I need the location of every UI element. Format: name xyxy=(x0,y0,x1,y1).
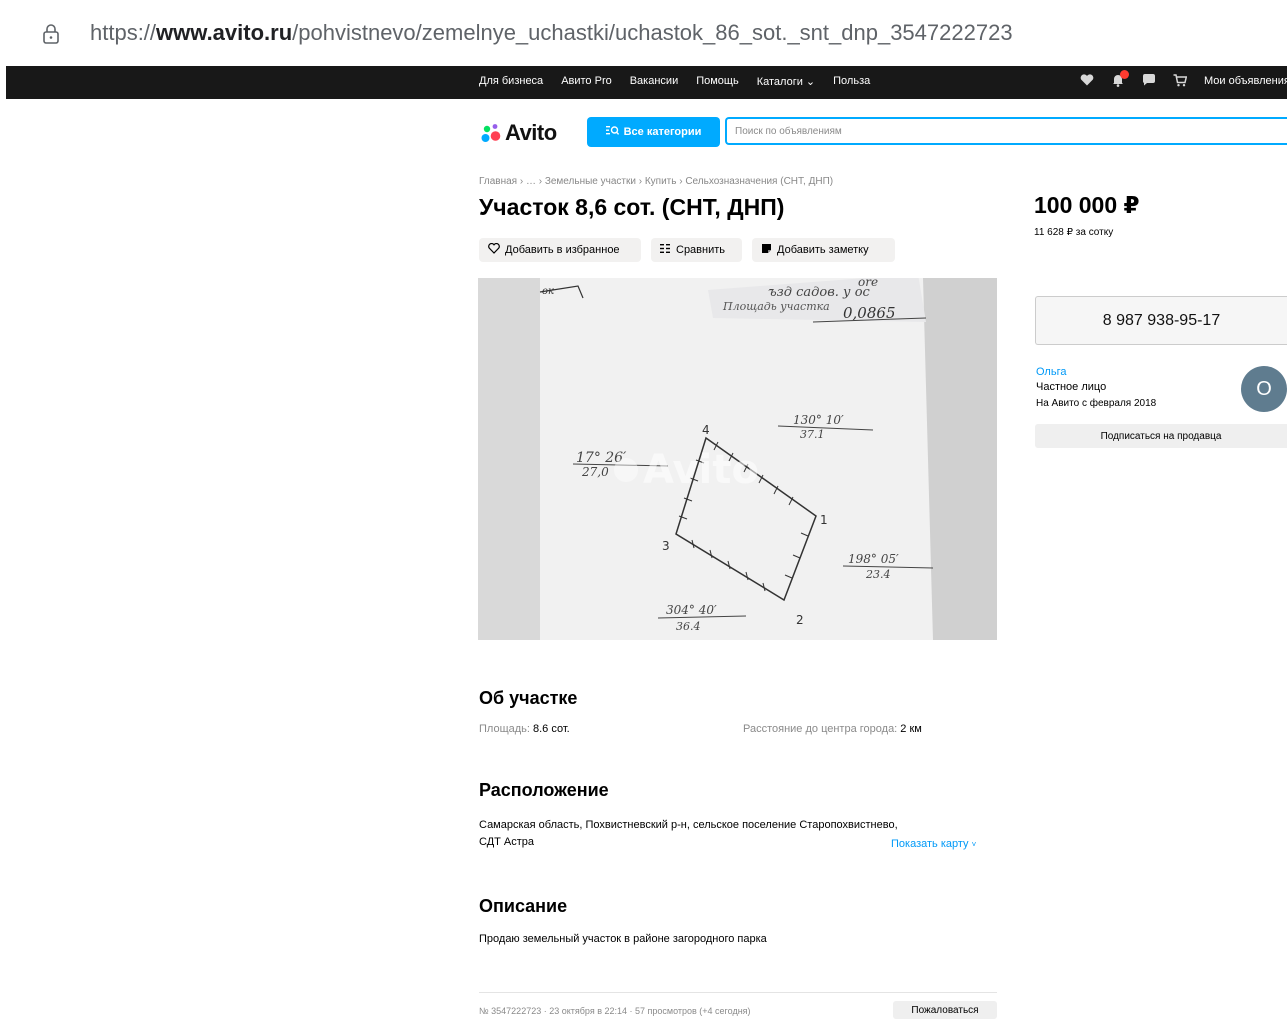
distance-value: 2 км xyxy=(900,723,922,735)
note-icon xyxy=(761,243,772,257)
nav-business[interactable]: Для бизнеса xyxy=(479,75,543,88)
notifications-bell-icon[interactable] xyxy=(1111,70,1129,90)
sketch-line3-length: 23.4 xyxy=(865,568,891,581)
all-categories-label: Все категории xyxy=(623,126,702,138)
avito-logo-icon xyxy=(481,124,501,142)
add-to-favorites-button[interactable]: Добавить в избранное xyxy=(479,238,641,262)
listing-title: Участок 8,6 сот. (СНТ, ДНП) xyxy=(479,194,785,220)
nav-vacancies[interactable]: Вакансии xyxy=(630,75,679,88)
compare-icon xyxy=(660,243,671,257)
location-heading: Расположение xyxy=(479,780,609,800)
nav-avito-pro[interactable]: Авито Pro xyxy=(561,75,612,88)
all-categories-button[interactable]: Все категории xyxy=(587,117,720,147)
categories-search-icon xyxy=(605,125,619,139)
cart-icon[interactable] xyxy=(1173,73,1188,90)
seller-name-link[interactable]: Ольга xyxy=(1036,366,1066,378)
seller-type: Частное лицо xyxy=(1036,381,1107,393)
notification-badge xyxy=(1120,70,1129,79)
compare-button[interactable]: Сравнить xyxy=(651,238,742,262)
chevron-down-icon: ⌄ xyxy=(805,76,816,88)
show-map-link[interactable]: Показать карту ˅ xyxy=(891,838,976,850)
sketch-line2-length: 27,0 xyxy=(581,465,609,479)
distance-label: Расстояние до центра города: xyxy=(743,723,901,735)
chevron-down-icon: ˅ xyxy=(971,840,977,849)
address-text: Самарская область, Похвистневский р-н, с… xyxy=(479,819,898,848)
sketch-line4-angle: 304° 40′ xyxy=(666,603,717,617)
seller-avatar[interactable]: О xyxy=(1241,366,1287,412)
add-to-favorites-label: Добавить в избранное xyxy=(505,244,620,256)
subscribe-seller-button[interactable]: Подписаться на продавца xyxy=(1035,424,1287,448)
avito-logo[interactable]: Avito xyxy=(479,120,557,146)
avito-watermark: Avito xyxy=(643,447,759,493)
favorites-heart-icon[interactable] xyxy=(1080,74,1094,89)
watermark-dot-icon xyxy=(614,458,638,482)
listing-meta: № 3547222723 · 23 октября в 22:14 · 57 п… xyxy=(479,1006,751,1016)
sketch-line1-angle: 130° 10′ xyxy=(793,413,844,427)
price-per-sotka: 11 628 ₽ за сотку xyxy=(1034,227,1114,238)
my-ads-link[interactable]: Мои объявления xyxy=(1204,75,1287,87)
heart-outline-icon xyxy=(488,242,500,257)
nav-catalogs[interactable]: Каталоги ⌄ xyxy=(757,75,815,88)
seller-since: На Авито с февраля 2018 xyxy=(1036,398,1157,409)
sketch-line1-length: 37.1 xyxy=(800,428,825,441)
about-heading: Об участке xyxy=(479,688,578,708)
add-note-label: Добавить заметку xyxy=(777,244,869,256)
nav-catalogs-label: Каталоги xyxy=(756,76,803,88)
messages-chat-icon[interactable] xyxy=(1142,74,1156,89)
url-text[interactable]: https://www.avito.ru/pohvistnevo/zemelny… xyxy=(90,20,1013,46)
breadcrumb[interactable]: Главная › … › Земельные участки › Купить… xyxy=(479,176,833,187)
top-nav-bar: Для бизнеса Авито Pro Вакансии Помощь Ка… xyxy=(6,66,1287,99)
top-icons xyxy=(1080,70,1188,90)
nav-help[interactable]: Помощь xyxy=(696,75,739,88)
area-param: Площадь: 8.6 сот. xyxy=(479,723,570,735)
svg-text:ъзд садов. у ос: ъзд садов. у ос xyxy=(768,285,871,300)
description-text: Продаю земельный участок в районе загоро… xyxy=(479,933,767,945)
search-input[interactable]: Поиск по объявлениям xyxy=(725,117,1287,145)
sketch-point-2: 2 xyxy=(796,613,804,627)
sketch-point-4: 4 xyxy=(702,423,710,437)
show-map-label: Показать карту xyxy=(891,838,969,850)
nav-benefit[interactable]: Польза xyxy=(833,75,870,88)
add-note-button[interactable]: Добавить заметку xyxy=(752,238,895,262)
divider xyxy=(479,992,997,993)
svg-text:ок: ок xyxy=(542,286,554,297)
sketch-line4-length: 36.4 xyxy=(676,620,701,633)
sketch-point-1: 1 xyxy=(820,513,828,527)
show-phone-button[interactable]: 8 987 938-95-17 xyxy=(1035,296,1287,345)
logo-text: Avito xyxy=(505,120,557,145)
report-button[interactable]: Пожаловаться xyxy=(893,1001,997,1019)
area-label: Площадь: xyxy=(479,723,533,735)
price: 100 000 ₽ xyxy=(1034,192,1140,218)
area-value: 8.6 сот. xyxy=(533,723,570,735)
sketch-point-3: 3 xyxy=(662,539,670,553)
top-nav-links: Для бизнеса Авито Pro Вакансии Помощь Ка… xyxy=(479,75,870,88)
sketch-line3-angle: 198° 05′ xyxy=(848,552,899,566)
listing-photo[interactable]: ок ore ъзд садов. у ос Площадь участка 0… xyxy=(478,278,997,640)
land-plot-sketch-image: ок ore ъзд садов. у ос Площадь участка 0… xyxy=(478,278,997,640)
lock-icon[interactable] xyxy=(42,24,60,49)
description-heading: Описание xyxy=(479,896,568,916)
sketch-area-label: Площадь участка xyxy=(722,300,830,313)
distance-param: Расстояние до центра города: 2 км xyxy=(743,723,922,735)
compare-label: Сравнить xyxy=(676,244,726,256)
